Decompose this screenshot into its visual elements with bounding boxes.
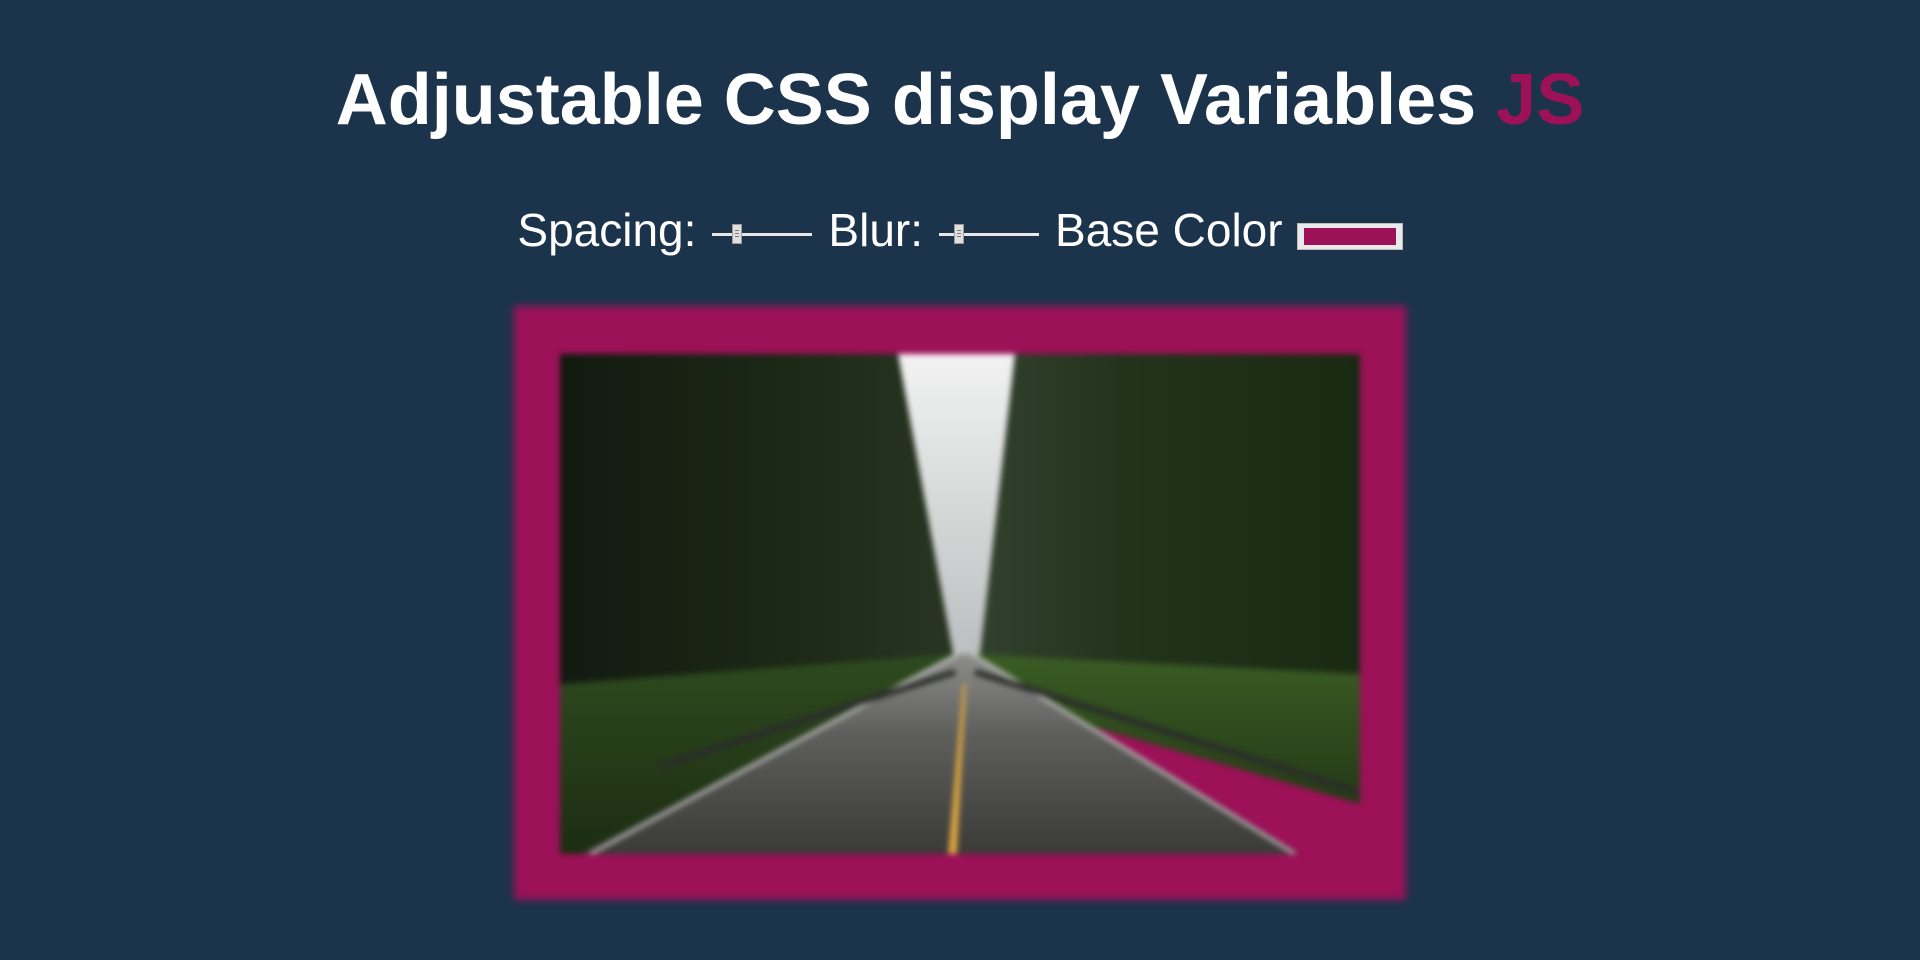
spacing-slider-thumb[interactable]: [732, 224, 743, 244]
spacing-slider-track[interactable]: [712, 233, 813, 236]
blur-label: Blur:: [828, 204, 924, 256]
base-color-swatch[interactable]: [1303, 227, 1396, 245]
blur-slider[interactable]: [939, 222, 1040, 246]
base-color-label: Base Color: [1055, 204, 1283, 256]
spacing-label: Spacing:: [517, 204, 697, 256]
spacing-slider[interactable]: [712, 222, 813, 246]
base-color-picker[interactable]: [1296, 222, 1403, 250]
title-text: Adjustable CSS display Variables: [335, 60, 1497, 140]
blur-slider-thumb[interactable]: [954, 224, 965, 244]
title-highlight: JS: [1496, 60, 1585, 140]
controls-bar: Spacing: Blur: Base Color: [0, 200, 1920, 260]
page-title: Adjustable CSS display Variables JS: [0, 58, 1920, 142]
forest-road-photo: [560, 354, 1360, 854]
